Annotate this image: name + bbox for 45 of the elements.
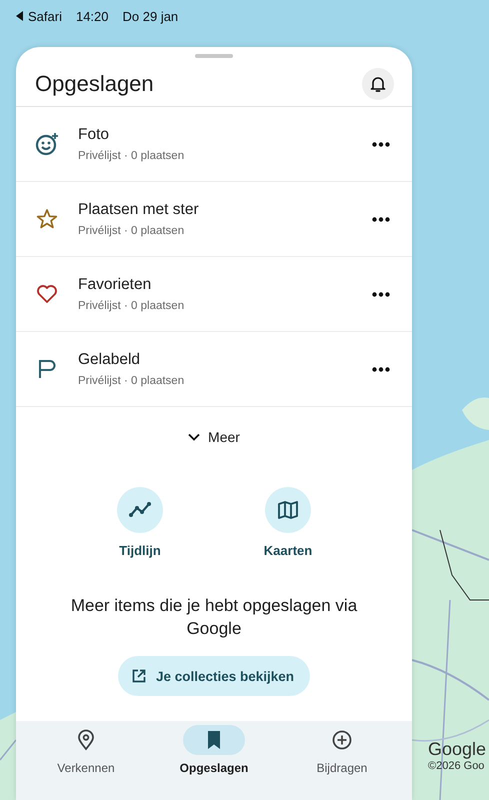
nav-tab[interactable]: Opgeslagen (159, 725, 269, 800)
nav-tab[interactable]: Verkennen (31, 725, 141, 800)
more-dots-icon (372, 216, 390, 222)
heart-icon (35, 282, 59, 306)
sheet-title: Opgeslagen (35, 71, 154, 97)
more-dots-icon (372, 292, 390, 296)
shortcut-label: Kaarten (264, 543, 312, 558)
saved-list-item[interactable]: Plaatsen met ster Privélijst · 0 plaatsen (16, 182, 412, 257)
status-date: Do 29 jan (122, 8, 178, 24)
notifications-button[interactable] (362, 68, 394, 100)
map-logo: Google (428, 740, 486, 760)
list-subtitle: Privélijst · 0 plaatsen (78, 225, 186, 237)
list-title: Favorieten (78, 276, 152, 294)
back-icon[interactable] (16, 11, 24, 21)
drag-handle[interactable] (195, 54, 233, 58)
plus-circle-icon (331, 729, 353, 751)
pin-icon (75, 729, 97, 751)
list-title: Plaatsen met ster (78, 201, 200, 219)
saved-list-item[interactable]: Gelabeld Privélijst · 0 plaatsen (16, 332, 412, 407)
map-copyright: ©2026 Goo (428, 760, 486, 772)
star-icon (35, 207, 59, 231)
back-app-label[interactable]: Safari (28, 8, 62, 24)
view-collections-button[interactable]: Je collecties bekijken (118, 656, 310, 696)
show-more-button[interactable]: Meer (184, 425, 244, 449)
list-subtitle: Privélijst · 0 plaatsen (78, 150, 186, 162)
external-link-icon (132, 669, 146, 683)
list-subtitle: Privélijst · 0 plaatsen (78, 375, 186, 387)
timeline-button[interactable] (117, 487, 163, 533)
nav-tab[interactable]: Bijdragen (287, 725, 397, 800)
list-subtitle: Privélijst · 0 plaatsen (78, 300, 186, 312)
line-graph-icon (129, 500, 151, 520)
more-dots-icon (372, 366, 390, 372)
list-title: Foto (78, 126, 110, 144)
map-icon (277, 500, 299, 520)
status-time: 14:20 (76, 8, 109, 24)
list-title: Gelabeld (78, 351, 142, 369)
promo-heading: Meer items die je hebt opgeslagen via Google (70, 595, 358, 640)
bell-icon (370, 75, 386, 93)
saved-list-item[interactable]: Foto Privélijst · 0 plaatsen (16, 107, 412, 182)
maps-button[interactable] (265, 487, 311, 533)
shortcut-label: Tijdlijn (119, 543, 161, 558)
more-dots-icon (372, 142, 390, 146)
chevron-down-icon (188, 433, 200, 441)
smiley-plus-icon (35, 132, 59, 156)
saved-list-item[interactable]: Favorieten Privélijst · 0 plaatsen (16, 257, 412, 332)
